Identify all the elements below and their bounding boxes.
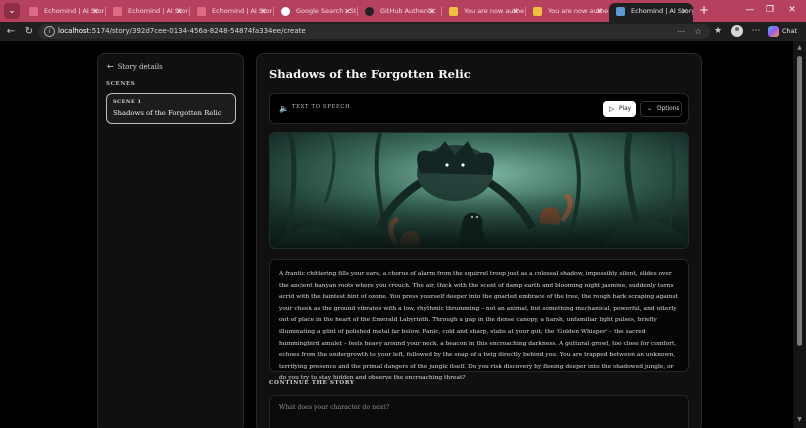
- echomind-favicon-icon: [29, 7, 38, 16]
- auth-favicon-icon: [533, 7, 542, 16]
- story-panel: Shadows of the Forgotten Relic 🔈 TEXT TO…: [256, 53, 702, 428]
- url-text[interactable]: localhost:5174/story/392d7cee-0134-456a-…: [58, 24, 306, 39]
- back-link-label: Story details: [117, 63, 163, 71]
- browser-toolbar: ← ↻ i localhost:5174/story/392d7cee-0134…: [0, 22, 806, 41]
- page-title: Shadows of the Forgotten Relic: [269, 67, 471, 81]
- scroll-down-icon[interactable]: ▼: [796, 416, 803, 423]
- copilot-icon: [768, 26, 779, 37]
- scene-number: SCENE 1: [113, 99, 142, 105]
- scenes-heading: SCENES: [106, 81, 136, 87]
- back-arrow-icon: ←: [107, 62, 114, 71]
- tab-close-icon[interactable]: ✕: [260, 3, 267, 20]
- tab-close-icon[interactable]: ✕: [512, 3, 519, 20]
- chevron-down-icon: ⌄: [647, 105, 653, 112]
- reload-icon[interactable]: ↻: [22, 24, 36, 39]
- more-menu-icon[interactable]: ⋯: [749, 24, 763, 39]
- browser-tab[interactable]: You are now authe ✕: [526, 3, 608, 22]
- browser-tab-bar: ⌄ Echomind | AI Story ✕ Echomind | AI St…: [0, 0, 806, 22]
- speaker-icon: 🔈: [279, 104, 289, 113]
- browser-tab-active[interactable]: Echomind | AI Story ✕: [609, 3, 693, 22]
- scene-card-1[interactable]: SCENE 1 Shadows of the Forgotten Relic: [106, 93, 236, 124]
- new-tab-plus-icon[interactable]: +: [697, 3, 711, 19]
- story-narrative: A frantic chittering fills your ears, a …: [269, 259, 689, 381]
- tab-close-icon[interactable]: ✕: [428, 3, 435, 20]
- more-site-icon[interactable]: ⋯: [675, 25, 687, 38]
- address-bar[interactable]: i localhost:5174/story/392d7cee-0134-456…: [38, 24, 710, 39]
- tab-close-icon[interactable]: ✕: [596, 3, 603, 20]
- play-icon: ▷: [609, 105, 615, 113]
- browser-tab[interactable]: You are now authe ✕: [442, 3, 524, 22]
- favorite-star-icon[interactable]: ☆: [692, 25, 704, 38]
- tab-menu-chevron-icon[interactable]: ⌄: [4, 3, 20, 19]
- tab-close-icon[interactable]: ✕: [681, 3, 688, 20]
- text-to-speech-bar: 🔈 TEXT TO SPEECH ▷ Play ⌄ Options: [269, 93, 689, 124]
- copilot-chat-button[interactable]: Chat: [768, 24, 802, 39]
- story-details-back-link[interactable]: ← Story details: [107, 62, 163, 71]
- back-arrow-icon[interactable]: ←: [4, 24, 18, 39]
- scene-illustration: [269, 132, 689, 249]
- tab-close-icon[interactable]: ✕: [92, 3, 99, 20]
- tab-close-icon[interactable]: ✕: [344, 3, 351, 20]
- continue-story-heading: CONTINUE THE STORY: [269, 380, 355, 386]
- browser-tab[interactable]: Echomind | AI Story ✕: [190, 3, 272, 22]
- echomind-favicon-icon: [616, 7, 625, 16]
- scroll-up-icon[interactable]: ▲: [796, 44, 803, 51]
- tts-label: TEXT TO SPEECH: [292, 104, 351, 110]
- minimize-icon[interactable]: —: [740, 2, 760, 18]
- restore-icon[interactable]: ❐: [760, 2, 780, 18]
- play-button[interactable]: ▷ Play: [603, 101, 636, 117]
- scenes-sidebar: ← Story details SCENES SCENE 1 Shadows of…: [97, 53, 244, 428]
- github-favicon-icon: [365, 7, 374, 16]
- scrollbar-thumb[interactable]: [797, 56, 802, 346]
- story-prompt-box[interactable]: [269, 395, 689, 428]
- options-button[interactable]: ⌄ Options: [640, 101, 682, 117]
- auth-favicon-icon: [449, 7, 458, 16]
- google-favicon-icon: [281, 7, 290, 16]
- browser-tab[interactable]: Echomind | AI Story ✕: [22, 3, 104, 22]
- browser-tab[interactable]: GitHub Authentic ✕: [358, 3, 440, 22]
- window-close-icon[interactable]: ✕: [782, 2, 802, 18]
- narrative-text: A frantic chittering fills your ears, a …: [279, 271, 678, 382]
- profile-avatar[interactable]: [731, 25, 743, 37]
- next-action-input[interactable]: [270, 396, 688, 428]
- collections-icon[interactable]: ★: [711, 24, 725, 39]
- echomind-favicon-icon: [113, 7, 122, 16]
- scene-title: Shadows of the Forgotten Relic: [113, 109, 222, 117]
- echomind-favicon-icon: [197, 7, 206, 16]
- site-info-icon[interactable]: i: [44, 26, 55, 37]
- browser-tab[interactable]: Echomind | AI Story ✕: [106, 3, 188, 22]
- tab-close-icon[interactable]: ✕: [176, 3, 183, 20]
- browser-tab[interactable]: Google Search - St ✕: [274, 3, 356, 22]
- chat-label: Chat: [782, 27, 798, 35]
